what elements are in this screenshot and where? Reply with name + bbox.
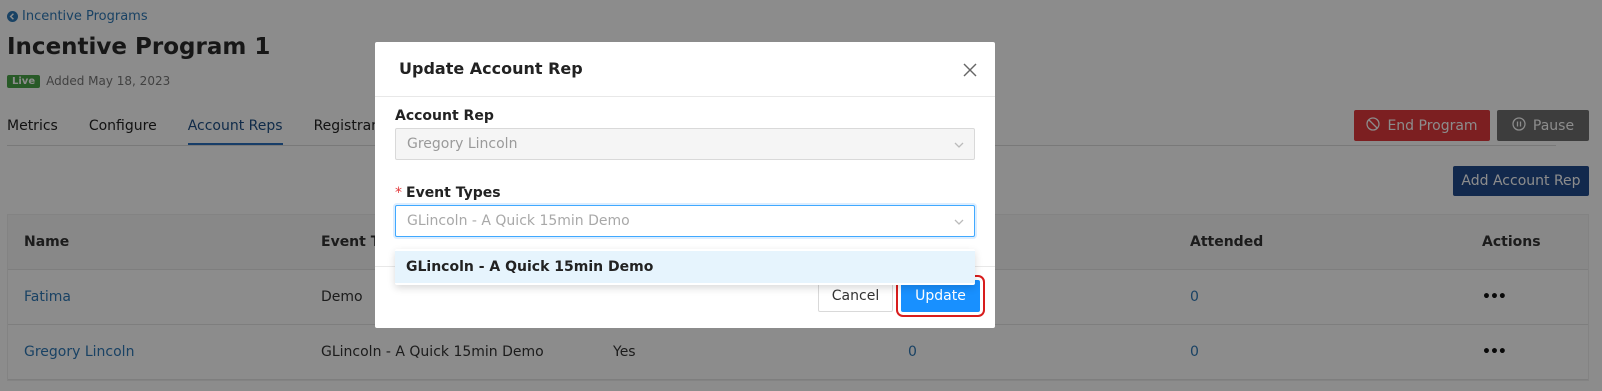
modal-header: Update Account Rep <box>375 42 995 97</box>
update-account-rep-modal: Update Account Rep Account Rep Gregory L… <box>375 42 995 328</box>
account-rep-value: Gregory Lincoln <box>407 136 518 152</box>
account-rep-select[interactable]: Gregory Lincoln <box>395 128 975 160</box>
close-icon[interactable] <box>963 62 977 77</box>
event-types-select[interactable]: GLincoln - A Quick 15min Demo <box>395 205 975 237</box>
event-types-value: GLincoln - A Quick 15min Demo <box>407 213 630 229</box>
chevron-down-icon <box>953 216 965 228</box>
event-types-label: Event Types <box>406 185 501 201</box>
event-types-dropdown: GLincoln - A Quick 15min Demo <box>395 249 975 285</box>
dropdown-option[interactable]: GLincoln - A Quick 15min Demo <box>395 251 975 283</box>
chevron-down-icon <box>953 139 965 151</box>
required-marker: * <box>395 185 402 201</box>
modal-title: Update Account Rep <box>399 59 583 78</box>
event-types-label-row: * Event Types <box>395 185 501 201</box>
account-rep-label: Account Rep <box>395 108 494 124</box>
